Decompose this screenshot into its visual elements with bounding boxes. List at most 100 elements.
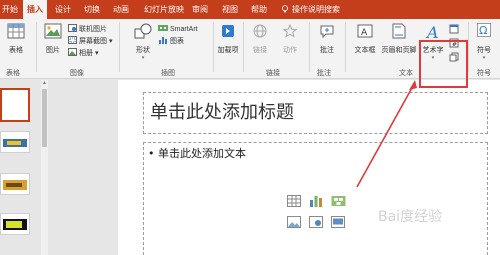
comment-icon xyxy=(320,25,334,39)
tell-me-label: 操作说明搜索 xyxy=(292,5,340,14)
comment-label: 批注 xyxy=(320,47,334,54)
omega-icon: Ω xyxy=(477,23,491,37)
symbols-label: 符号 xyxy=(477,47,491,54)
table-label: 表格 xyxy=(9,47,23,54)
textbox-label: 文本框 xyxy=(354,47,376,54)
tab-animations[interactable]: 动画 xyxy=(113,0,129,19)
action-button[interactable]: 动作 xyxy=(278,23,302,55)
group-separator xyxy=(119,22,120,72)
slide-thumbnail-3[interactable] xyxy=(0,173,30,195)
tab-transitions[interactable]: 切换 xyxy=(84,0,100,19)
smartart-label: SmartArt xyxy=(170,26,198,33)
tab-help[interactable]: 帮助 xyxy=(251,0,267,19)
online-pictures-label: 联机图片 xyxy=(79,26,107,33)
body-placeholder-text: • 单击此处添加文本 xyxy=(148,147,246,160)
addins-icon xyxy=(222,25,234,37)
chart-button[interactable]: 图表 xyxy=(158,36,184,46)
action-star-icon xyxy=(282,23,298,38)
group-separator xyxy=(36,22,37,72)
photo-album-icon xyxy=(68,48,77,56)
header-footer-icon xyxy=(392,23,406,39)
addins-button[interactable]: 加载项 xyxy=(216,23,240,55)
svg-text:A: A xyxy=(361,28,368,38)
tab-slideshow[interactable]: 幻灯片放映 xyxy=(144,0,184,19)
picture-icon xyxy=(44,23,62,39)
slide-thumbnail-4[interactable] xyxy=(0,213,30,235)
screenshot-label: 屏幕截图 ▾ xyxy=(79,38,113,45)
picture-label: 图片 xyxy=(46,47,60,54)
body-placeholder-label: 单击此处添加文本 xyxy=(158,147,246,160)
group-separator xyxy=(213,22,214,72)
scrollbar-thumb[interactable] xyxy=(42,89,47,147)
chevron-down-icon: ▾ xyxy=(141,55,145,61)
tab-insert[interactable]: 插入 xyxy=(23,0,47,19)
group-label-illustrations: 插图 xyxy=(161,70,175,77)
annotation-highlight-box xyxy=(419,40,468,88)
insert-table-icon[interactable] xyxy=(287,195,301,207)
group-separator xyxy=(468,22,469,72)
slide-canvas: 单击此处添加标题 • 单击此处添加文本 xyxy=(118,80,500,255)
content-placeholder[interactable]: • 单击此处添加文本 xyxy=(143,142,488,255)
tab-home[interactable]: 开始 xyxy=(0,0,22,19)
table-button[interactable]: 表格 xyxy=(4,23,28,55)
title-placeholder[interactable]: 单击此处添加标题 xyxy=(143,92,488,134)
link-button[interactable]: 链接 xyxy=(250,23,270,55)
textbox-icon: A xyxy=(357,24,373,38)
slide-thumbnail-2[interactable] xyxy=(0,131,30,153)
photo-album-button[interactable]: 相册 ▾ xyxy=(68,48,98,58)
svg-text:Ω: Ω xyxy=(479,24,487,37)
lightbulb-icon xyxy=(282,5,288,13)
wordart-icon: A xyxy=(425,23,439,41)
svg-text:A: A xyxy=(425,23,439,41)
smartart-icon xyxy=(158,25,168,31)
comment-button[interactable]: 批注 xyxy=(315,23,339,55)
photo-album-label: 相册 ▾ xyxy=(79,50,99,57)
group-label-tables: 表格 xyxy=(6,70,20,77)
tab-view[interactable]: 视图 xyxy=(222,0,238,19)
date-time-button[interactable] xyxy=(448,24,460,36)
addins-label: 加载项 xyxy=(217,47,239,54)
table-icon xyxy=(7,23,25,39)
thumbnail-scrollbar[interactable]: ▲ xyxy=(41,80,48,255)
globe-link-icon xyxy=(253,24,267,38)
tab-review[interactable]: 审阅 xyxy=(192,0,208,19)
smartart-button[interactable]: SmartArt xyxy=(158,24,198,34)
picture-button[interactable]: 图片 xyxy=(40,23,66,55)
chevron-down-icon: ▾ xyxy=(482,55,486,61)
screenshot-icon xyxy=(68,36,77,44)
group-separator xyxy=(243,22,244,72)
date-time-icon xyxy=(449,24,459,34)
chart-icon xyxy=(159,37,167,44)
action-label: 动作 xyxy=(283,47,297,54)
shapes-label: 形状 xyxy=(136,47,150,54)
textbox-button[interactable]: A 文本框 xyxy=(351,23,379,55)
insert-smartart-icon[interactable] xyxy=(331,194,346,207)
tell-me-search[interactable]: 操作说明搜索 xyxy=(281,0,340,19)
group-separator xyxy=(309,22,310,72)
watermark: Bai度经验 xyxy=(378,209,443,225)
slide-thumbnail-1[interactable] xyxy=(0,88,30,122)
shapes-icon xyxy=(134,23,152,39)
ribbon-tab-bar: 开始 插入 设计 切换 动画 幻灯片放映 审阅 视图 帮助 操作说明搜索 xyxy=(0,0,500,19)
insert-picture-icon[interactable] xyxy=(287,216,301,228)
header-footer-button[interactable]: 页眉和页脚 xyxy=(379,23,419,55)
insert-video-icon[interactable] xyxy=(331,216,345,228)
group-label-images: 图像 xyxy=(70,70,84,77)
screenshot-button[interactable]: 屏幕截图 ▾ xyxy=(68,36,112,46)
shapes-button[interactable]: 形状 ▾ xyxy=(130,23,156,61)
group-label-comments: 批注 xyxy=(317,70,331,77)
link-label: 链接 xyxy=(253,47,267,54)
chart-label: 图表 xyxy=(170,38,184,45)
group-label-links: 链接 xyxy=(266,70,280,77)
online-pictures-button[interactable]: 联机图片 xyxy=(68,24,107,34)
online-picture-icon xyxy=(68,24,77,32)
header-footer-label: 页眉和页脚 xyxy=(381,47,417,54)
group-label-symbols: 符号 xyxy=(477,70,491,77)
insert-chart-icon[interactable] xyxy=(309,194,323,207)
symbols-button[interactable]: Ω 符号 ▾ xyxy=(472,23,496,61)
group-separator xyxy=(345,22,346,72)
insert-online-picture-icon[interactable] xyxy=(309,216,323,228)
group-label-text: 文本 xyxy=(399,70,413,77)
scroll-up-icon[interactable]: ▲ xyxy=(41,80,48,87)
tab-design[interactable]: 设计 xyxy=(55,0,71,19)
